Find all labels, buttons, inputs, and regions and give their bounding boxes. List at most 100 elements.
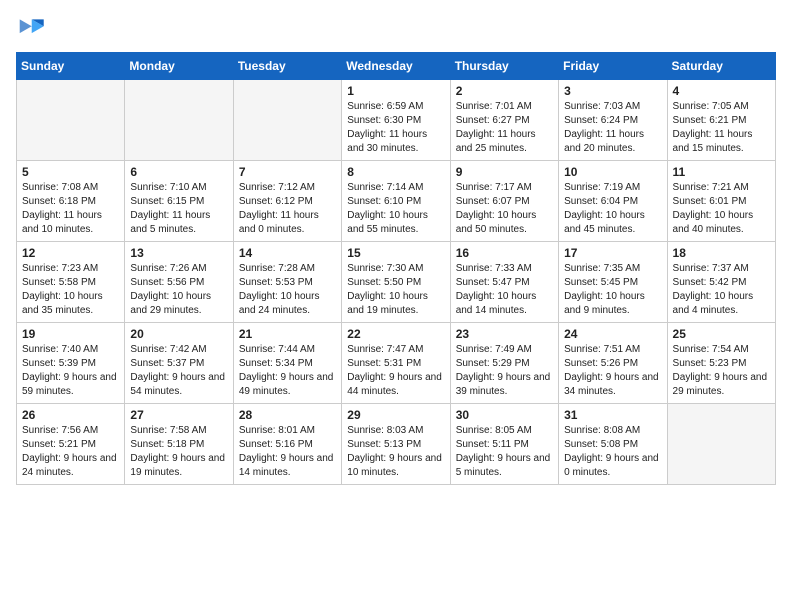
daylight-label: Daylight: 11 hours and 0 minutes. bbox=[239, 210, 319, 235]
calendar-cell bbox=[667, 404, 775, 485]
daylight-label: Daylight: 10 hours and 35 minutes. bbox=[22, 291, 103, 316]
sunset-label: Sunset: bbox=[239, 277, 273, 288]
daylight-label: Daylight: 11 hours and 10 minutes. bbox=[22, 210, 102, 235]
sunset-label: Sunset: bbox=[456, 358, 490, 369]
day-number: 17 bbox=[564, 246, 661, 260]
calendar-cell: 17 Sunrise: 7:35 AM Sunset: 5:45 PM Dayl… bbox=[559, 242, 667, 323]
day-number: 24 bbox=[564, 327, 661, 341]
daylight-label: Daylight: 9 hours and 5 minutes. bbox=[456, 453, 551, 478]
sunset-label: Sunset: bbox=[22, 277, 56, 288]
calendar-cell: 18 Sunrise: 7:37 AM Sunset: 5:42 PM Dayl… bbox=[667, 242, 775, 323]
day-info: Sunrise: 7:44 AM Sunset: 5:34 PM Dayligh… bbox=[239, 343, 336, 399]
day-number: 3 bbox=[564, 84, 661, 98]
sunset-label: Sunset: bbox=[22, 196, 56, 207]
calendar-cell: 1 Sunrise: 6:59 AM Sunset: 6:30 PM Dayli… bbox=[342, 80, 450, 161]
sunrise-label: Sunrise: bbox=[673, 263, 710, 274]
day-number: 9 bbox=[456, 165, 553, 179]
daylight-label: Daylight: 10 hours and 45 minutes. bbox=[564, 210, 645, 235]
daylight-label: Daylight: 9 hours and 39 minutes. bbox=[456, 372, 551, 397]
calendar-cell: 21 Sunrise: 7:44 AM Sunset: 5:34 PM Dayl… bbox=[233, 323, 341, 404]
day-info: Sunrise: 7:37 AM Sunset: 5:42 PM Dayligh… bbox=[673, 262, 770, 318]
sunset-label: Sunset: bbox=[564, 115, 598, 126]
sunset-label: Sunset: bbox=[130, 358, 164, 369]
daylight-label: Daylight: 9 hours and 10 minutes. bbox=[347, 453, 442, 478]
day-info: Sunrise: 7:08 AM Sunset: 6:18 PM Dayligh… bbox=[22, 181, 119, 237]
day-info: Sunrise: 7:28 AM Sunset: 5:53 PM Dayligh… bbox=[239, 262, 336, 318]
sunset-label: Sunset: bbox=[456, 277, 490, 288]
sunset-label: Sunset: bbox=[673, 277, 707, 288]
calendar-cell: 13 Sunrise: 7:26 AM Sunset: 5:56 PM Dayl… bbox=[125, 242, 233, 323]
sunset-label: Sunset: bbox=[347, 196, 381, 207]
day-number: 16 bbox=[456, 246, 553, 260]
sunset-label: Sunset: bbox=[673, 115, 707, 126]
day-info: Sunrise: 7:12 AM Sunset: 6:12 PM Dayligh… bbox=[239, 181, 336, 237]
day-info: Sunrise: 7:54 AM Sunset: 5:23 PM Dayligh… bbox=[673, 343, 770, 399]
day-info: Sunrise: 7:17 AM Sunset: 6:07 PM Dayligh… bbox=[456, 181, 553, 237]
daylight-label: Daylight: 10 hours and 50 minutes. bbox=[456, 210, 537, 235]
calendar-cell: 6 Sunrise: 7:10 AM Sunset: 6:15 PM Dayli… bbox=[125, 161, 233, 242]
calendar-cell: 22 Sunrise: 7:47 AM Sunset: 5:31 PM Dayl… bbox=[342, 323, 450, 404]
day-number: 6 bbox=[130, 165, 227, 179]
sunset-label: Sunset: bbox=[239, 196, 273, 207]
sunset-label: Sunset: bbox=[564, 196, 598, 207]
calendar-cell: 24 Sunrise: 7:51 AM Sunset: 5:26 PM Dayl… bbox=[559, 323, 667, 404]
day-number: 1 bbox=[347, 84, 444, 98]
sunrise-label: Sunrise: bbox=[564, 101, 601, 112]
day-info: Sunrise: 7:23 AM Sunset: 5:58 PM Dayligh… bbox=[22, 262, 119, 318]
day-info: Sunrise: 7:14 AM Sunset: 6:10 PM Dayligh… bbox=[347, 181, 444, 237]
daylight-label: Daylight: 10 hours and 14 minutes. bbox=[456, 291, 537, 316]
sunset-label: Sunset: bbox=[347, 358, 381, 369]
daylight-label: Daylight: 11 hours and 25 minutes. bbox=[456, 129, 536, 154]
calendar-cell: 2 Sunrise: 7:01 AM Sunset: 6:27 PM Dayli… bbox=[450, 80, 558, 161]
sunset-label: Sunset: bbox=[22, 439, 56, 450]
calendar-cell bbox=[233, 80, 341, 161]
sunrise-label: Sunrise: bbox=[456, 344, 493, 355]
calendar-week-row: 5 Sunrise: 7:08 AM Sunset: 6:18 PM Dayli… bbox=[17, 161, 776, 242]
sunrise-label: Sunrise: bbox=[564, 425, 601, 436]
calendar-cell bbox=[17, 80, 125, 161]
daylight-label: Daylight: 11 hours and 20 minutes. bbox=[564, 129, 644, 154]
calendar-cell: 4 Sunrise: 7:05 AM Sunset: 6:21 PM Dayli… bbox=[667, 80, 775, 161]
calendar-cell: 14 Sunrise: 7:28 AM Sunset: 5:53 PM Dayl… bbox=[233, 242, 341, 323]
daylight-label: Daylight: 9 hours and 29 minutes. bbox=[673, 372, 768, 397]
sunset-label: Sunset: bbox=[239, 439, 273, 450]
calendar-week-row: 19 Sunrise: 7:40 AM Sunset: 5:39 PM Dayl… bbox=[17, 323, 776, 404]
day-number: 15 bbox=[347, 246, 444, 260]
day-info: Sunrise: 7:21 AM Sunset: 6:01 PM Dayligh… bbox=[673, 181, 770, 237]
sunset-label: Sunset: bbox=[130, 277, 164, 288]
sunrise-label: Sunrise: bbox=[347, 101, 384, 112]
calendar-cell: 29 Sunrise: 8:03 AM Sunset: 5:13 PM Dayl… bbox=[342, 404, 450, 485]
day-info: Sunrise: 6:59 AM Sunset: 6:30 PM Dayligh… bbox=[347, 100, 444, 156]
calendar-cell: 31 Sunrise: 8:08 AM Sunset: 5:08 PM Dayl… bbox=[559, 404, 667, 485]
calendar-week-row: 1 Sunrise: 6:59 AM Sunset: 6:30 PM Dayli… bbox=[17, 80, 776, 161]
day-number: 11 bbox=[673, 165, 770, 179]
daylight-label: Daylight: 10 hours and 9 minutes. bbox=[564, 291, 645, 316]
day-number: 25 bbox=[673, 327, 770, 341]
day-number: 12 bbox=[22, 246, 119, 260]
sunrise-label: Sunrise: bbox=[456, 263, 493, 274]
daylight-label: Daylight: 9 hours and 19 minutes. bbox=[130, 453, 225, 478]
daylight-label: Daylight: 9 hours and 44 minutes. bbox=[347, 372, 442, 397]
day-number: 26 bbox=[22, 408, 119, 422]
day-number: 31 bbox=[564, 408, 661, 422]
sunset-label: Sunset: bbox=[130, 196, 164, 207]
day-number: 4 bbox=[673, 84, 770, 98]
calendar-cell: 28 Sunrise: 8:01 AM Sunset: 5:16 PM Dayl… bbox=[233, 404, 341, 485]
calendar-cell: 27 Sunrise: 7:58 AM Sunset: 5:18 PM Dayl… bbox=[125, 404, 233, 485]
sunset-label: Sunset: bbox=[564, 277, 598, 288]
day-info: Sunrise: 7:03 AM Sunset: 6:24 PM Dayligh… bbox=[564, 100, 661, 156]
weekday-header: Sunday bbox=[17, 53, 125, 80]
sunset-label: Sunset: bbox=[130, 439, 164, 450]
calendar-cell: 8 Sunrise: 7:14 AM Sunset: 6:10 PM Dayli… bbox=[342, 161, 450, 242]
sunrise-label: Sunrise: bbox=[347, 344, 384, 355]
daylight-label: Daylight: 9 hours and 14 minutes. bbox=[239, 453, 334, 478]
calendar-cell: 19 Sunrise: 7:40 AM Sunset: 5:39 PM Dayl… bbox=[17, 323, 125, 404]
daylight-label: Daylight: 10 hours and 55 minutes. bbox=[347, 210, 428, 235]
sunrise-label: Sunrise: bbox=[564, 263, 601, 274]
day-number: 8 bbox=[347, 165, 444, 179]
sunrise-label: Sunrise: bbox=[456, 101, 493, 112]
day-number: 13 bbox=[130, 246, 227, 260]
sunrise-label: Sunrise: bbox=[22, 182, 59, 193]
day-number: 28 bbox=[239, 408, 336, 422]
sunset-label: Sunset: bbox=[456, 439, 490, 450]
